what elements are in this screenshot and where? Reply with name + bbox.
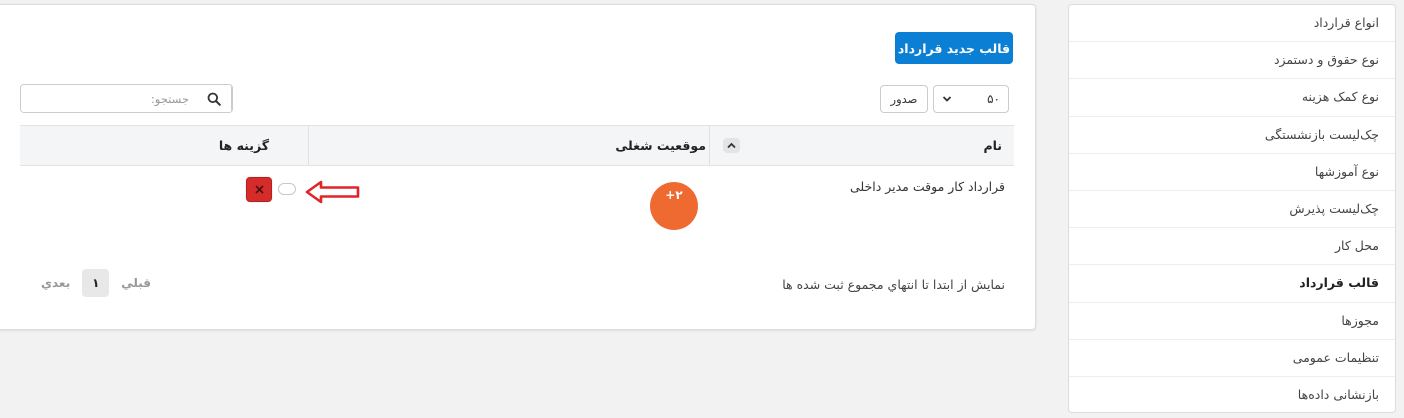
sidebar-item-general-settings[interactable]: تنظیمات عمومی <box>1069 340 1395 377</box>
column-divider <box>308 126 309 165</box>
search-icon <box>207 92 221 106</box>
column-header-name[interactable]: نام <box>983 126 1002 165</box>
new-contract-template-button[interactable]: قالب جدید قرارداد <box>895 32 1013 64</box>
search-button[interactable] <box>197 85 232 112</box>
pagination: بعدي ۱ قبلي <box>41 269 151 297</box>
export-button[interactable]: صدور <box>880 85 928 113</box>
arrow-annotation-icon <box>305 180 360 204</box>
status-toggle[interactable] <box>278 183 296 195</box>
column-header-position[interactable]: موقعیت شغلی <box>615 126 706 165</box>
column-header-options: گزینه ها <box>218 138 269 153</box>
chevron-up-icon <box>727 142 736 149</box>
sidebar-item-retirement-checklist[interactable]: چک‌لیست بازنشستگی <box>1069 117 1395 154</box>
row-name-cell: قرارداد کار موقت مدیر داخلی <box>849 179 1005 194</box>
sidebar-item-reset-data[interactable]: بازنشانی داده‌ها <box>1069 377 1395 414</box>
sidebar-item-contract-types[interactable]: انواع قرارداد <box>1069 5 1395 43</box>
search-box <box>20 84 233 113</box>
sidebar-item-contract-template[interactable]: قالب قرارداد <box>1069 265 1395 303</box>
sort-toggle[interactable] <box>723 138 740 153</box>
pagination-prev[interactable]: قبلي <box>121 276 151 290</box>
column-divider <box>709 126 710 165</box>
pagination-current-page[interactable]: ۱ <box>82 269 110 297</box>
delete-button[interactable] <box>246 177 272 202</box>
page-size-select[interactable]: ۵۰ <box>933 85 1009 113</box>
search-input[interactable] <box>21 85 197 112</box>
sidebar-item-training-types[interactable]: نوع آموزشها <box>1069 154 1395 191</box>
position-count-badge[interactable]: +۲ <box>650 182 698 230</box>
pagination-next[interactable]: بعدي <box>41 276 70 290</box>
table-info-text: نمایش از ابتدا تا انتهاي مجموع ثبت شده ه… <box>782 277 1005 292</box>
chevron-down-icon <box>942 96 952 102</box>
page-size-value: ۵۰ <box>987 92 1000 106</box>
sidebar-item-salary-types[interactable]: نوع حقوق و دستمزد <box>1069 42 1395 80</box>
sidebar-item-workplace[interactable]: محل کار <box>1069 228 1395 266</box>
settings-sidebar: انواع قرارداد نوع حقوق و دستمزد نوع کمک … <box>1068 4 1396 413</box>
sidebar-item-permissions[interactable]: مجوزها <box>1069 303 1395 340</box>
contract-templates-card: قالب جدید قرارداد صدور ۵۰ نام موقعیت شغل… <box>0 4 1036 330</box>
close-icon <box>254 185 264 194</box>
table-header: نام موقعیت شغلی گزینه ها <box>20 125 1014 166</box>
sidebar-item-onboarding-checklist[interactable]: چک‌لیست پذیرش <box>1069 191 1395 229</box>
sidebar-item-allowance-types[interactable]: نوع کمک هزینه <box>1069 79 1395 117</box>
